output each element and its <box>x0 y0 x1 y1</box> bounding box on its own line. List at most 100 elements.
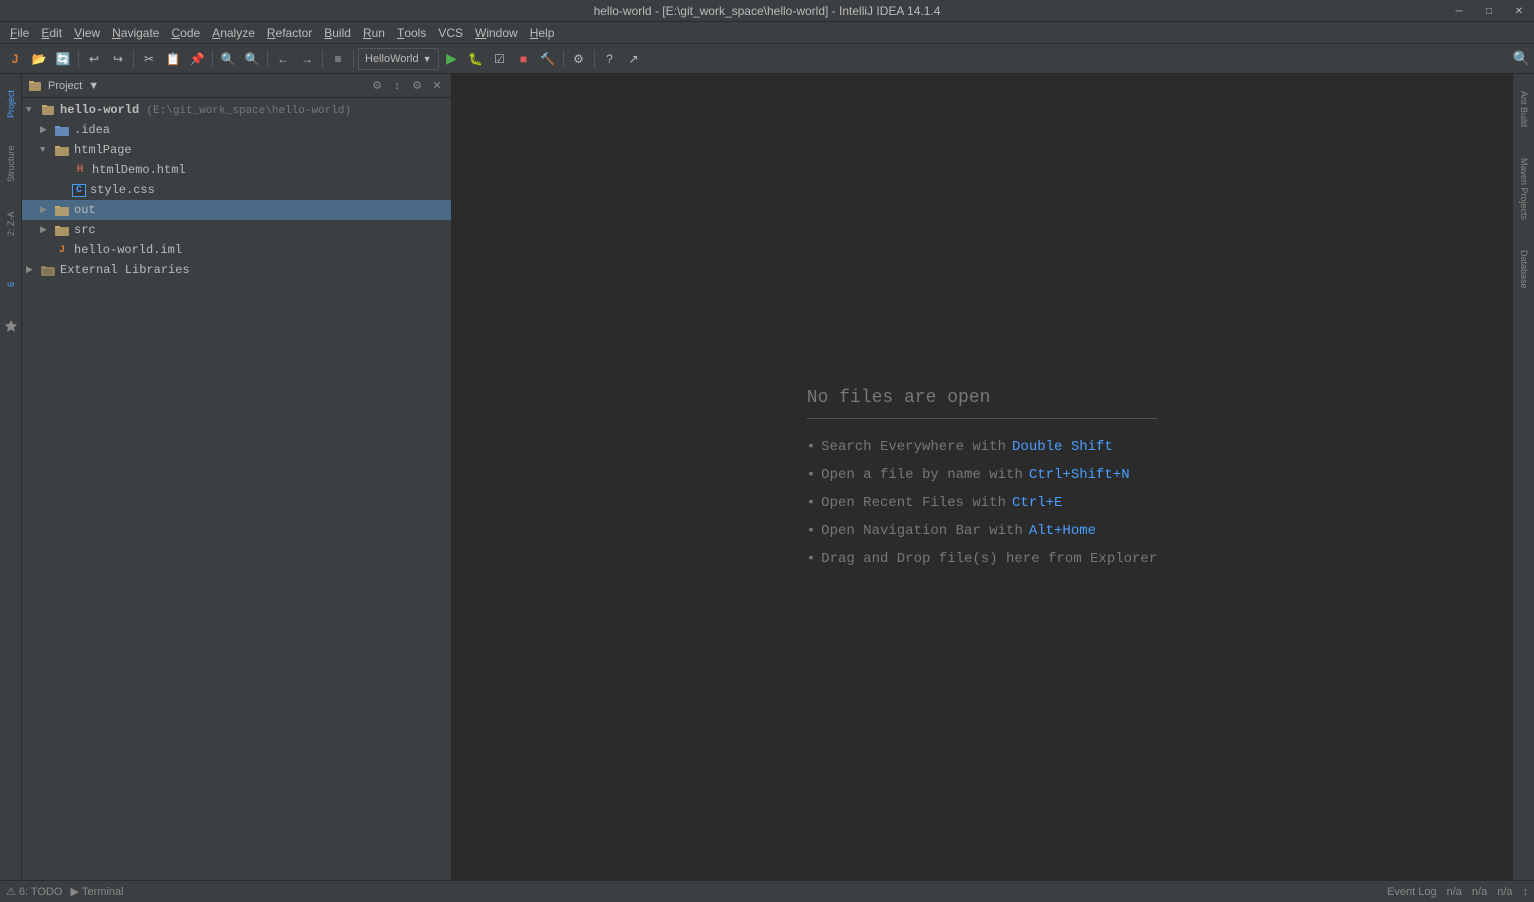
status-todo[interactable]: ⚠ 6: TODO <box>6 885 62 898</box>
menu-tools[interactable]: Tools <box>391 22 432 44</box>
settings-btn[interactable]: ⚙ <box>568 48 590 70</box>
hint-drag-drop-text: Drag and Drop file(s) here from Explorer <box>821 551 1157 567</box>
hint-ctrl-e: Ctrl+E <box>1012 495 1062 511</box>
tb-sep5 <box>322 50 323 68</box>
tree-item-root[interactable]: ▼ hello-world (E:\git_work_space\hello-w… <box>22 100 451 120</box>
close-button[interactable]: ✕ <box>1504 0 1534 22</box>
panel-settings-icon[interactable]: ⚙ <box>369 78 385 94</box>
menu-build[interactable]: Build <box>318 22 357 44</box>
html-file-icon: H <box>72 162 88 178</box>
menu-run[interactable]: Run <box>357 22 391 44</box>
left-sidebar-tabs: Project Structure 2: Z-A 6 <box>0 74 22 880</box>
pos3-label: n/a <box>1497 886 1512 898</box>
toolbar: J 📂 🔄 ↩ ↪ ✂ 📋 📌 🔍 🔍 ← → ≡ HelloWorld ▼ ▶… <box>0 44 1534 74</box>
run-config-name: HelloWorld <box>365 53 419 65</box>
menu-navigate[interactable]: Navigate <box>106 22 165 44</box>
hint-alt-home: Alt+Home <box>1029 523 1096 539</box>
window-controls: ─ □ ✕ <box>1444 0 1534 22</box>
project-panel-dropdown[interactable]: ▼ <box>88 80 99 92</box>
panel-gear-icon[interactable]: ⚙ <box>409 78 425 94</box>
toolbar-back-btn[interactable]: ← <box>272 48 294 70</box>
toolbar-cut-btn[interactable]: ✂ <box>138 48 160 70</box>
hint-search-everywhere: Search Everywhere with Double Shift <box>807 439 1157 455</box>
status-position-3: n/a <box>1497 886 1512 898</box>
menu-view[interactable]: View <box>68 22 106 44</box>
status-bar: ⚠ 6: TODO ▶ Terminal Event Log n/a n/a n… <box>0 880 1534 902</box>
right-tab-ant[interactable]: Ant Build <box>1513 74 1534 144</box>
menu-window[interactable]: Window <box>469 22 524 44</box>
build-btn[interactable]: 🔨 <box>537 48 559 70</box>
menu-file[interactable]: File <box>4 22 35 44</box>
sidebar-tab-6[interactable]: 6 <box>0 254 22 314</box>
tree-label-htmldemo: htmlDemo.html <box>92 163 186 177</box>
run-button[interactable]: ▶ <box>441 48 463 70</box>
pos1-label: n/a <box>1447 886 1462 898</box>
todo-icon: ⚠ <box>6 885 16 898</box>
terminal-label: Terminal <box>82 886 124 898</box>
tree-label-extlibs: External Libraries <box>60 263 190 277</box>
sidebar-tab-project[interactable]: Project <box>0 74 22 134</box>
run-config-selector[interactable]: HelloWorld ▼ <box>358 48 439 70</box>
hint-list: Search Everywhere with Double Shift Open… <box>807 439 1157 567</box>
help-btn[interactable]: ? <box>599 48 621 70</box>
hint-nav-bar: Open Navigation Bar with Alt+Home <box>807 523 1157 539</box>
project-panel-header: Project ▼ ⚙ ↕ ⚙ ✕ <box>22 74 451 98</box>
sidebar-tab-structure[interactable]: Structure <box>0 134 22 194</box>
tree-item-extlibs[interactable]: ▶ External Libraries <box>22 260 451 280</box>
favorites-star-icon <box>3 318 19 334</box>
update-btn[interactable]: ↗ <box>623 48 645 70</box>
menu-help[interactable]: Help <box>524 22 561 44</box>
tree-item-out[interactable]: ▶ out <box>22 200 451 220</box>
tb-sep8 <box>594 50 595 68</box>
hint-recent-files: Open Recent Files with Ctrl+E <box>807 495 1157 511</box>
css-file-icon: C <box>72 184 86 197</box>
menu-edit[interactable]: Edit <box>35 22 68 44</box>
folder-src-icon <box>54 222 70 238</box>
status-event-log[interactable]: Event Log <box>1387 886 1437 898</box>
no-files-title: No files are open <box>807 388 1157 419</box>
tree-item-idea[interactable]: ▶ .idea <box>22 120 451 140</box>
toolbar-forward-btn[interactable]: → <box>296 48 318 70</box>
menu-code[interactable]: Code <box>165 22 206 44</box>
menu-analyze[interactable]: Analyze <box>206 22 261 44</box>
debug-button[interactable]: 🐛 <box>465 48 487 70</box>
hint-recent-files-text: Open Recent Files with <box>821 495 1006 511</box>
toolbar-search-everywhere[interactable]: 🔍 <box>1513 50 1530 67</box>
tree-item-htmlpage[interactable]: ▼ htmlPage <box>22 140 451 160</box>
tree-arrow-htmldemo <box>58 165 72 175</box>
main-area: Project Structure 2: Z-A 6 Project ▼ ⚙ ↕… <box>0 74 1534 880</box>
hint-ctrl-shift-n: Ctrl+Shift+N <box>1029 467 1130 483</box>
editor-area: No files are open Search Everywhere with… <box>452 74 1512 880</box>
toolbar-intellij-logo[interactable]: J <box>4 48 26 70</box>
menu-vcs[interactable]: VCS <box>432 22 469 44</box>
toolbar-sync-btn[interactable]: 🔄 <box>52 48 74 70</box>
status-position-1: n/a <box>1447 886 1462 898</box>
panel-collapse-icon[interactable]: ↕ <box>389 78 405 94</box>
toolbar-redo-btn[interactable]: ↪ <box>107 48 129 70</box>
toolbar-open-btn[interactable]: 📂 <box>28 48 50 70</box>
file-tree: ▼ hello-world (E:\git_work_space\hello-w… <box>22 98 451 880</box>
tree-item-iml[interactable]: J hello-world.iml <box>22 240 451 260</box>
sidebar-tab-za[interactable]: 2: Z-A <box>0 194 22 254</box>
toolbar-undo-btn[interactable]: ↩ <box>83 48 105 70</box>
tree-item-src[interactable]: ▶ src <box>22 220 451 240</box>
minimize-button[interactable]: ─ <box>1444 0 1474 22</box>
status-lf-icon[interactable]: ↕ <box>1523 886 1529 898</box>
maximize-button[interactable]: □ <box>1474 0 1504 22</box>
toolbar-replace-btn[interactable]: 🔍 <box>241 48 263 70</box>
toolbar-paste-btn[interactable]: 📌 <box>186 48 208 70</box>
toolbar-copy-btn[interactable]: 📋 <box>162 48 184 70</box>
tree-label-out: out <box>74 203 96 217</box>
status-terminal[interactable]: ▶ Terminal <box>70 885 123 898</box>
run-with-coverage-btn[interactable]: ☑ <box>489 48 511 70</box>
tree-item-htmldemo[interactable]: H htmlDemo.html <box>22 160 451 180</box>
stop-button[interactable]: ■ <box>513 48 535 70</box>
tree-item-stylecss[interactable]: C style.css <box>22 180 451 200</box>
right-tab-database[interactable]: Database <box>1513 234 1534 304</box>
tree-arrow-stylecss <box>58 185 72 195</box>
panel-close-icon[interactable]: ✕ <box>429 78 445 94</box>
toolbar-structure-btn[interactable]: ≡ <box>327 48 349 70</box>
toolbar-find-btn[interactable]: 🔍 <box>217 48 239 70</box>
menu-refactor[interactable]: Refactor <box>261 22 318 44</box>
right-tab-maven[interactable]: Maven Projects <box>1513 144 1534 234</box>
